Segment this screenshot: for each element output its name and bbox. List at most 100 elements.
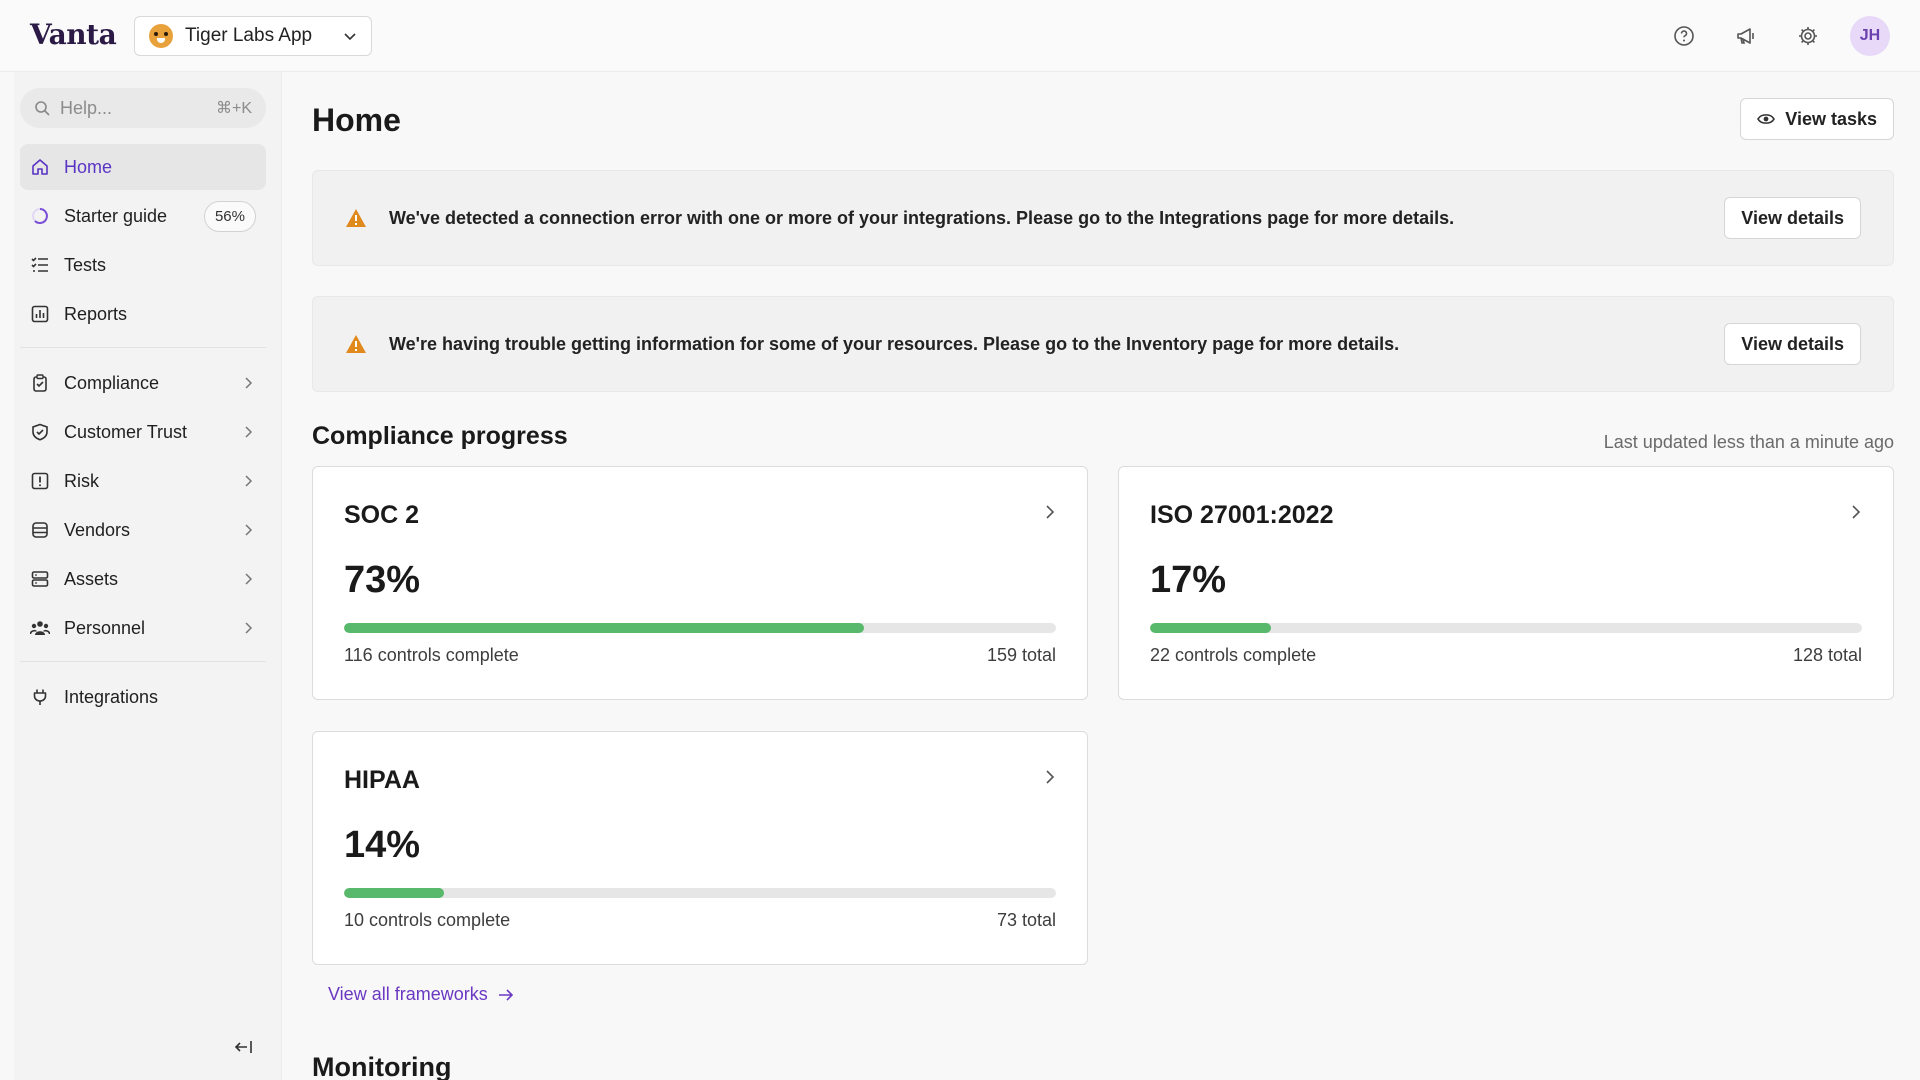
controls-total: 159 total — [986, 645, 1056, 665]
sidebar-divider — [20, 347, 266, 348]
search-icon — [35, 101, 50, 116]
megaphone-icon — [1737, 28, 1754, 44]
compliance-progress-title: Compliance progress — [312, 422, 568, 450]
sidebar-item-label: Tests — [64, 254, 107, 275]
controls-complete: 10 controls complete — [344, 910, 511, 930]
framework-name: ISO 27001:2022 — [1150, 501, 1334, 529]
chevron-right-icon — [245, 524, 253, 536]
sidebar-item-label: Home — [64, 156, 113, 177]
workspace-name: Tiger Labs App — [185, 25, 313, 46]
framework-card-hipaa[interactable]: HIPAA 14% 10 controls complete 73 total — [312, 731, 1088, 965]
sidebar-item-assets[interactable]: Assets — [20, 556, 266, 602]
page-title: Home — [312, 102, 401, 138]
framework-name: SOC 2 — [344, 501, 420, 529]
progress-bar-fill — [344, 888, 444, 898]
controls-complete: 22 controls complete — [1150, 645, 1317, 665]
controls-complete: 116 controls complete — [344, 645, 519, 665]
framework-card-soc2[interactable]: SOC 2 73% 116 controls complete 159 tota… — [312, 466, 1088, 700]
sidebar-item-risk[interactable]: Risk — [20, 458, 266, 504]
last-updated-text: Last updated less than a minute ago — [1603, 432, 1894, 452]
chevron-right-icon — [245, 426, 253, 438]
search-placeholder: Help... — [60, 97, 113, 118]
progress-bar — [344, 888, 1056, 898]
help-button[interactable] — [1664, 16, 1704, 56]
monitoring-title: Monitoring — [312, 1052, 452, 1080]
progress-bar — [344, 623, 1056, 633]
sidebar-item-label: Starter guide — [64, 205, 168, 226]
starter-guide-progress-badge: 56% — [203, 200, 256, 232]
framework-percent: 17% — [1150, 559, 1227, 601]
chevron-right-icon — [245, 573, 253, 585]
arrow-right-icon — [498, 988, 513, 1001]
collapse-left-icon — [234, 1041, 252, 1053]
sidebar-item-label: Assets — [64, 568, 119, 589]
plug-icon — [30, 687, 50, 707]
controls-total: 128 total — [1792, 645, 1862, 665]
sidebar-divider — [20, 661, 266, 662]
collapse-sidebar-button[interactable] — [234, 1036, 254, 1062]
user-avatar[interactable]: JH — [1850, 16, 1890, 56]
bar-chart-icon — [30, 304, 50, 324]
sidebar-nav: Home Starter guide 56% Tests Reports Com… — [20, 144, 266, 723]
warning-triangle-icon — [346, 335, 366, 353]
help-search[interactable]: Help... ⌘+K — [20, 88, 266, 128]
sidebar-item-tests[interactable]: Tests — [20, 242, 266, 288]
framework-percent: 73% — [344, 559, 421, 601]
progress-bar-fill — [1150, 623, 1272, 633]
people-icon — [30, 618, 50, 638]
view-tasks-button[interactable]: View tasks — [1740, 98, 1894, 140]
exclamation-square-icon — [30, 471, 50, 491]
chevron-right-icon — [245, 475, 253, 487]
view-details-button[interactable]: View details — [1724, 197, 1861, 239]
chevron-down-icon — [344, 33, 356, 41]
chevron-right-icon — [1852, 505, 1861, 519]
sidebar-item-personnel[interactable]: Personnel — [20, 605, 266, 651]
view-details-button[interactable]: View details — [1724, 323, 1861, 365]
main-content: Home View tasks We've detected a connect… — [312, 72, 1894, 1080]
sidebar: Help... ⌘+K Home Starter guide 56% Tests… — [14, 72, 282, 1080]
resources-error-alert: We're having trouble getting information… — [312, 296, 1894, 392]
settings-button[interactable] — [1788, 16, 1828, 56]
sidebar-item-starter-guide[interactable]: Starter guide 56% — [20, 193, 266, 239]
sidebar-item-label: Integrations — [64, 686, 159, 707]
top-bar: Vanta Tiger Labs App JH — [0, 0, 1920, 72]
sidebar-item-vendors[interactable]: Vendors — [20, 507, 266, 553]
home-icon — [30, 157, 50, 177]
gear-icon — [1799, 27, 1817, 45]
chevron-right-icon — [245, 622, 253, 634]
framework-card-iso27001[interactable]: ISO 27001:2022 17% 22 controls complete … — [1118, 466, 1894, 700]
sidebar-item-label: Customer Trust — [64, 421, 188, 442]
view-all-frameworks-link[interactable]: View all frameworks — [328, 984, 514, 1005]
sidebar-item-label: Compliance — [64, 372, 160, 393]
sidebar-item-integrations[interactable]: Integrations — [20, 674, 266, 720]
tiger-logo-icon — [149, 24, 173, 48]
chevron-right-icon — [245, 377, 253, 389]
sidebar-item-label: Reports — [64, 303, 128, 324]
controls-total: 73 total — [996, 910, 1056, 930]
sidebar-item-compliance[interactable]: Compliance — [20, 360, 266, 406]
alert-message: We've detected a connection error with o… — [389, 207, 1455, 228]
server-icon — [30, 569, 50, 589]
sidebar-item-customer-trust[interactable]: Customer Trust — [20, 409, 266, 455]
warning-triangle-icon — [346, 209, 366, 227]
vanta-logo[interactable]: Vanta — [30, 18, 117, 51]
view-all-frameworks-label: View all frameworks — [328, 984, 488, 1004]
database-icon — [30, 520, 50, 540]
workspace-switcher[interactable]: Tiger Labs App — [134, 16, 372, 56]
sidebar-item-reports[interactable]: Reports — [20, 291, 266, 337]
sidebar-item-label: Personnel — [64, 617, 146, 638]
progress-ring-icon — [30, 206, 50, 226]
sidebar-item-label: Vendors — [64, 519, 131, 540]
progress-bar-fill — [344, 623, 864, 633]
framework-name: HIPAA — [344, 766, 420, 794]
sidebar-item-home[interactable]: Home — [20, 144, 266, 190]
eye-icon — [1757, 114, 1776, 124]
search-shortcut: ⌘+K — [215, 100, 252, 117]
view-tasks-label: View tasks — [1785, 108, 1877, 129]
announcements-button[interactable] — [1726, 16, 1766, 56]
framework-percent: 14% — [344, 824, 421, 866]
help-circle-icon — [1674, 26, 1694, 46]
alert-message: We're having trouble getting information… — [389, 333, 1400, 354]
progress-bar — [1150, 623, 1862, 633]
clipboard-check-icon — [30, 373, 50, 393]
